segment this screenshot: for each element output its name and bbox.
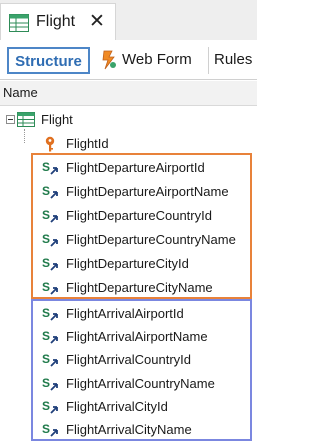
- grid-table-icon: [9, 14, 29, 37]
- departure-highlight-box: [31, 153, 252, 299]
- column-header-name[interactable]: Name: [0, 81, 257, 106]
- key-icon: [42, 136, 59, 152]
- web-form-icon: [100, 50, 118, 78]
- close-icon[interactable]: ✕: [89, 10, 105, 33]
- arrival-highlight-box: [31, 299, 252, 441]
- collapse-icon[interactable]: [6, 115, 15, 124]
- tab-title: Flight: [36, 13, 76, 30]
- tree-connector: [24, 129, 25, 143]
- tree-root-label: Flight: [41, 112, 73, 127]
- tab-structure[interactable]: Structure: [7, 47, 90, 74]
- tab-rules[interactable]: Rules: [208, 47, 268, 74]
- grid-table-icon: [17, 112, 35, 134]
- document-tab-bar: Flight ✕: [0, 0, 257, 40]
- tab-flight[interactable]: Flight ✕: [0, 3, 116, 40]
- tab-web-form-label: Web Form: [122, 51, 192, 68]
- object-view-tabs: Structure Web Form Rules: [0, 40, 257, 80]
- tree-item-label: FlightId: [66, 136, 109, 151]
- tree-root-node[interactable]: Flight: [3, 109, 243, 131]
- tab-web-form[interactable]: Web Form: [96, 47, 206, 74]
